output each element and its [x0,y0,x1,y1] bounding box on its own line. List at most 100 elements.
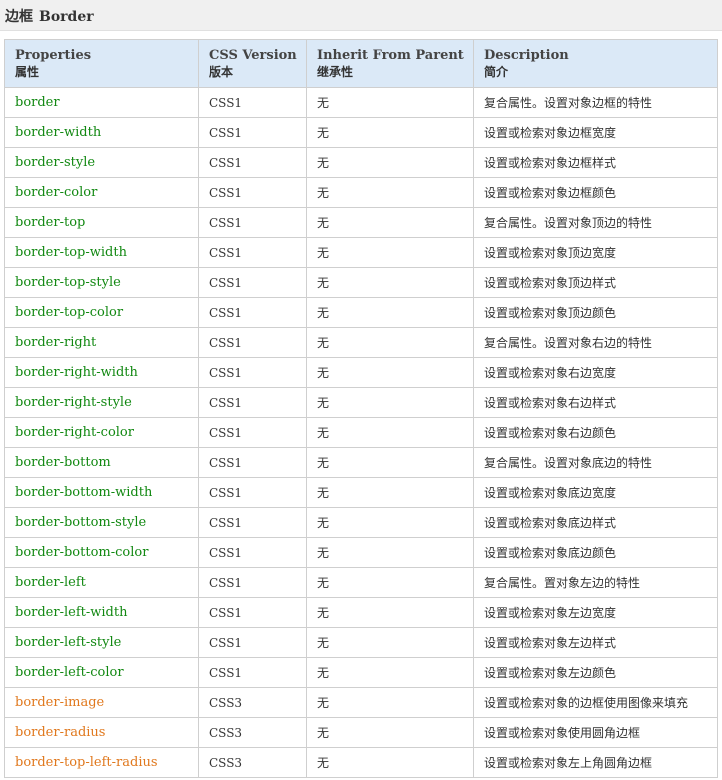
table-row: border-width CSS1 无设置或检索对象边框宽度 [4,117,718,148]
css-version-cell: CSS1 [198,177,307,208]
property-link[interactable]: border-radius [4,717,199,748]
inherit-cell: 无 [306,687,474,718]
header-zh: 简介 [484,65,509,79]
css-version-cell: CSS1 [198,207,307,238]
table-row: border-bottom CSS1 无复合属性。设置对象底边的特性 [4,447,718,478]
inherit-cell: 无 [306,537,474,568]
property-link[interactable]: border-right [4,327,199,358]
property-link[interactable]: border-image [4,687,199,718]
description-cell: 设置或检索对象边框样式 [473,147,718,178]
property-link[interactable]: border-right-width [4,357,199,388]
header-zh: 继承性 [317,65,354,79]
inherit-cell: 无 [306,717,474,748]
section-title: 边框 Border [5,6,94,26]
css-version-cell: CSS1 [198,147,307,178]
inherit-cell: 无 [306,447,474,478]
css-version-cell: CSS1 [198,357,307,388]
description-cell: 设置或检索对象左上角圆角边框 [473,747,718,778]
inherit-cell: 无 [306,87,474,118]
css-version-cell: CSS3 [198,687,307,718]
section-title-en: Border [39,9,94,25]
description-cell: 设置或检索对象顶边颜色 [473,297,718,328]
css-version-cell: CSS1 [198,297,307,328]
property-link[interactable]: border-left [4,567,199,598]
property-link[interactable]: border-right-color [4,417,199,448]
inherit-cell: 无 [306,207,474,238]
header-en: CSS Version [209,48,297,63]
description-cell: 设置或检索对象底边宽度 [473,477,718,508]
inherit-cell: 无 [306,177,474,208]
property-link[interactable]: border-left-style [4,627,199,658]
property-link[interactable]: border-right-style [4,387,199,418]
property-link[interactable]: border-left-width [4,597,199,628]
css-version-cell: CSS1 [198,267,307,298]
description-cell: 设置或检索对象右边宽度 [473,357,718,388]
table-row: border-style CSS1 无设置或检索对象边框样式 [4,147,718,178]
section-title-zh: 边框 [5,9,33,25]
table-row: border-right-width CSS1 无设置或检索对象右边宽度 [4,357,718,388]
table-row: border-right-color CSS1 无设置或检索对象右边颜色 [4,417,718,448]
property-link[interactable]: border-top [4,207,199,238]
description-cell: 复合属性。设置对象顶边的特性 [473,207,718,238]
inherit-cell: 无 [306,237,474,268]
css-version-cell: CSS1 [198,237,307,268]
property-link[interactable]: border-width [4,117,199,148]
inherit-cell: 无 [306,657,474,688]
header-en: Inherit From Parent [317,48,464,63]
table-row: border-image CSS3 无设置或检索对象的边框使用图像来填充 [4,687,718,718]
css-version-cell: CSS1 [198,477,307,508]
description-cell: 设置或检索对象左边颜色 [473,657,718,688]
inherit-cell: 无 [306,507,474,538]
table-body: border CSS1 无复合属性。设置对象边框的特性 border-width CSS… [4,87,718,778]
inherit-cell: 无 [306,357,474,388]
property-link[interactable]: border-top-width [4,237,199,268]
css-version-cell: CSS3 [198,717,307,748]
description-cell: 复合属性。设置对象底边的特性 [473,447,718,478]
description-cell: 设置或检索对象左边样式 [473,627,718,658]
css-version-cell: CSS1 [198,627,307,658]
property-link[interactable]: border-left-color [4,657,199,688]
property-link[interactable]: border-top-style [4,267,199,298]
description-cell: 设置或检索对象使用圆角边框 [473,717,718,748]
property-link[interactable]: border-bottom-width [4,477,199,508]
property-link[interactable]: border-top-color [4,297,199,328]
property-link[interactable]: border-top-left-radius [4,747,199,778]
property-link[interactable]: border [4,87,199,118]
table-row: border-left-color CSS1 无设置或检索对象左边颜色 [4,657,718,688]
inherit-cell: 无 [306,627,474,658]
section-header: 边框 Border [0,0,722,31]
description-cell: 设置或检索对象右边颜色 [473,417,718,448]
inherit-cell: 无 [306,147,474,178]
table-row: border-radius CSS3 无设置或检索对象使用圆角边框 [4,717,718,748]
property-link[interactable]: border-bottom [4,447,199,478]
property-link[interactable]: border-color [4,177,199,208]
description-cell: 设置或检索对象底边颜色 [473,537,718,568]
description-cell: 设置或检索对象的边框使用图像来填充 [473,687,718,718]
border-properties-table: Properties 属性 CSS Version 版本 Inherit Fro… [4,39,718,778]
header-properties: Properties 属性 [4,39,199,88]
inherit-cell: 无 [306,597,474,628]
css-version-cell: CSS1 [198,537,307,568]
inherit-cell: 无 [306,387,474,418]
description-cell: 设置或检索对象顶边宽度 [473,237,718,268]
css-version-cell: CSS1 [198,387,307,418]
inherit-cell: 无 [306,477,474,508]
inherit-cell: 无 [306,567,474,598]
table-row: border-left-style CSS1 无设置或检索对象左边样式 [4,627,718,658]
inherit-cell: 无 [306,417,474,448]
table-row: border-top-width CSS1 无设置或检索对象顶边宽度 [4,237,718,268]
inherit-cell: 无 [306,747,474,778]
description-cell: 设置或检索对象底边样式 [473,507,718,538]
inherit-cell: 无 [306,297,474,328]
table-row: border-right CSS1 无复合属性。设置对象右边的特性 [4,327,718,358]
property-link[interactable]: border-bottom-color [4,537,199,568]
inherit-cell: 无 [306,327,474,358]
table-row: border-bottom-width CSS1 无设置或检索对象底边宽度 [4,477,718,508]
header-css-version: CSS Version 版本 [198,39,307,88]
description-cell: 复合属性。设置对象右边的特性 [473,327,718,358]
description-cell: 设置或检索对象边框颜色 [473,177,718,208]
css-version-cell: CSS1 [198,117,307,148]
property-link[interactable]: border-style [4,147,199,178]
property-link[interactable]: border-bottom-style [4,507,199,538]
description-cell: 设置或检索对象边框宽度 [473,117,718,148]
